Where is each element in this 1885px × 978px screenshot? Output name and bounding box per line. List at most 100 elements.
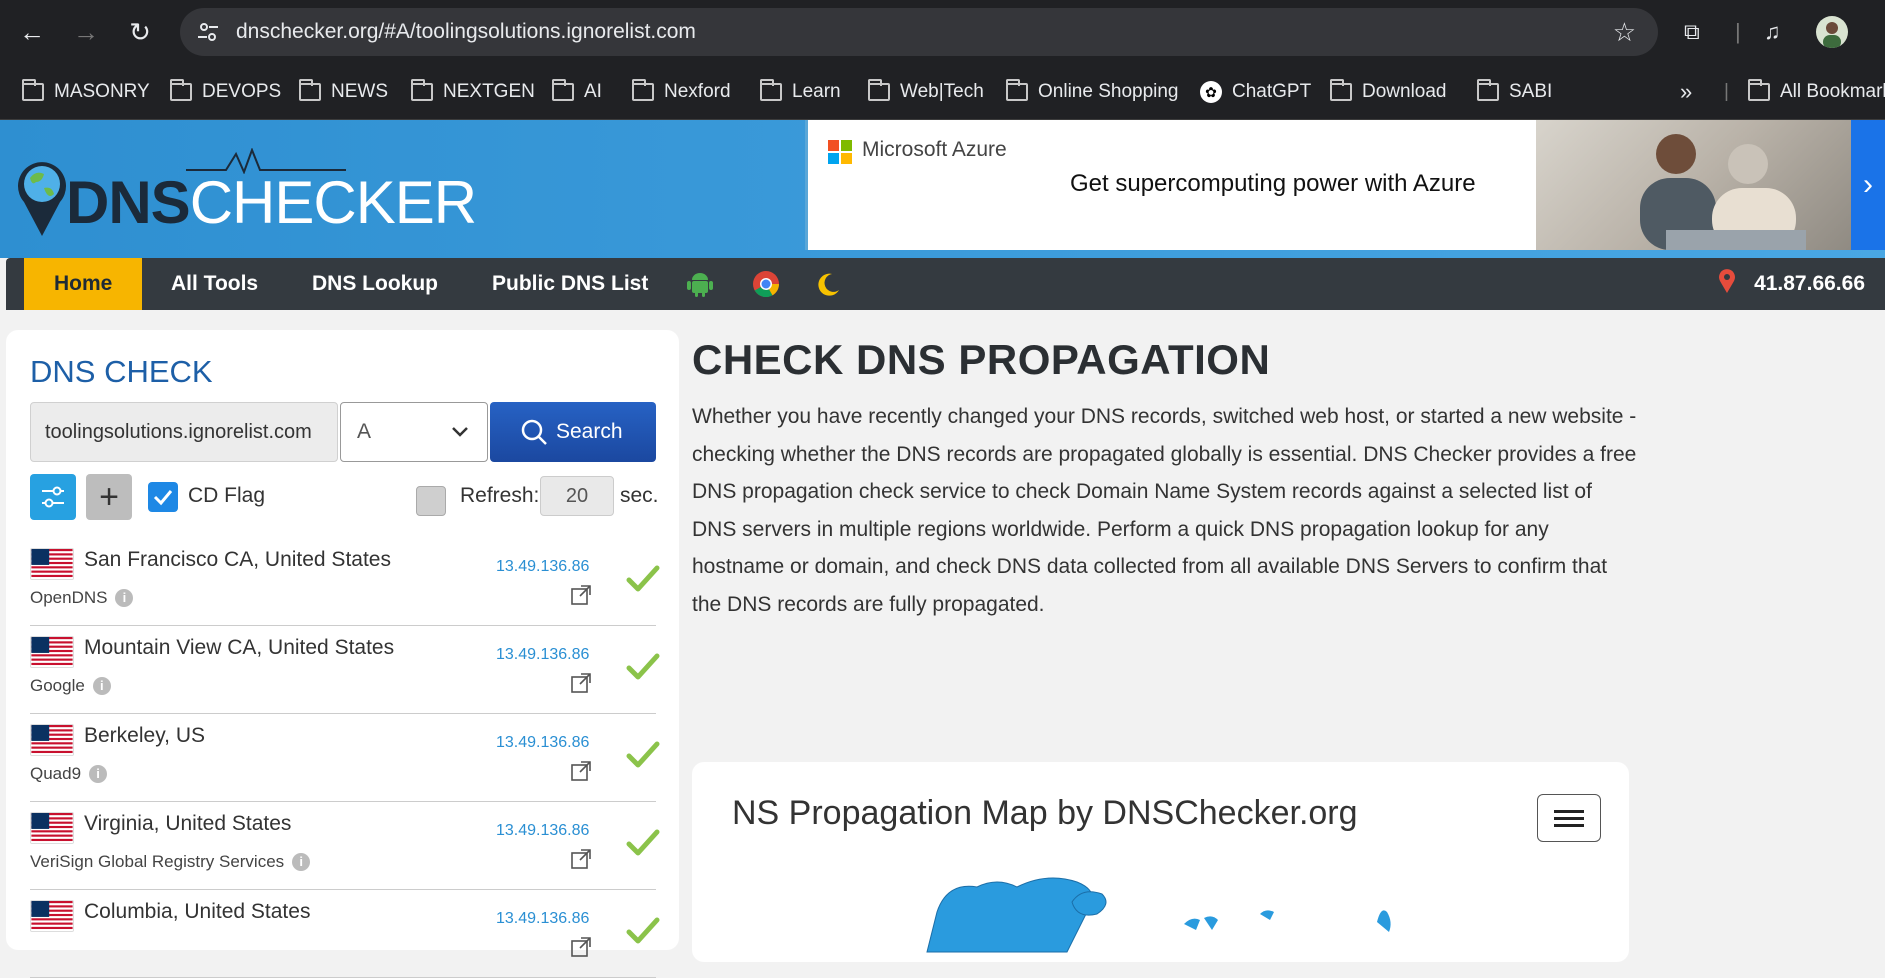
success-check-icon [626, 917, 660, 944]
refresh-checkbox[interactable] [416, 486, 446, 516]
domain-input[interactable]: toolingsolutions.ignorelist.com [30, 402, 338, 462]
android-icon[interactable] [686, 270, 714, 298]
result-row: Columbia, United States 13.49.136.86 [30, 890, 660, 978]
ad-next-icon[interactable]: › [1851, 120, 1885, 250]
dark-mode-moon-icon[interactable] [814, 270, 842, 298]
ad-banner[interactable]: Microsoft Azure Get supercomputing power… [805, 120, 1885, 250]
resolved-ip[interactable]: 13.49.136.86 [496, 822, 589, 840]
us-flag-icon [30, 812, 74, 844]
folder-icon [868, 79, 890, 101]
bookmark-folder-nextgen[interactable]: NEXTGEN [411, 64, 535, 120]
folder-icon [1330, 79, 1352, 101]
resolved-ip[interactable]: 13.49.136.86 [496, 734, 589, 752]
media-icon[interactable]: ♫ [1764, 14, 1781, 50]
success-check-icon [626, 741, 660, 768]
resolved-ip[interactable]: 13.49.136.86 [496, 558, 589, 576]
bookmark-star-icon[interactable]: ☆ [1613, 16, 1636, 48]
back-icon[interactable]: ← [16, 16, 48, 48]
info-icon[interactable]: i [115, 589, 134, 607]
info-icon[interactable]: i [292, 853, 311, 871]
world-map [926, 877, 1391, 953]
nav-home[interactable]: Home [24, 258, 143, 310]
nav-public-dns-list[interactable]: Public DNS List [462, 258, 678, 310]
folder-icon [1748, 79, 1770, 101]
site-info-icon[interactable] [196, 20, 220, 44]
bookmark-label: ChatGPT [1232, 81, 1312, 102]
result-row: Mountain View CA, United States Google i … [30, 626, 660, 714]
external-link-icon[interactable] [570, 584, 592, 606]
bookmark-folder-devops[interactable]: DEVOPS [170, 64, 281, 120]
map-menu-button[interactable] [1537, 794, 1601, 842]
cd-flag-label: CD Flag [188, 484, 266, 507]
search-icon [521, 419, 547, 445]
all-bookmarks[interactable]: All Bookmarks [1748, 64, 1885, 120]
avatar[interactable] [1816, 16, 1848, 48]
url-text[interactable]: dnschecker.org/#A/toolingsolutions.ignor… [236, 8, 696, 56]
bookmark-label: NEWS [331, 81, 388, 102]
bookmark-folder-news[interactable]: NEWS [299, 64, 388, 120]
bookmark-folder-sabi[interactable]: SABI [1477, 64, 1552, 120]
folder-icon [170, 79, 192, 101]
forward-icon[interactable]: → [70, 16, 102, 48]
divider: | [1724, 81, 1729, 102]
nav-dns-lookup[interactable]: DNS Lookup [282, 258, 468, 310]
panel-title: DNS CHECK [30, 354, 213, 389]
chrome-icon[interactable] [752, 270, 780, 298]
external-link-icon[interactable] [570, 760, 592, 782]
dns-provider: VeriSign Global Registry Services i [30, 852, 311, 872]
filter-settings-button[interactable] [30, 474, 76, 520]
nav-all-tools[interactable]: All Tools [141, 258, 288, 310]
folder-icon [1477, 79, 1499, 101]
ip-address: 41.87.66.66 [1754, 272, 1865, 295]
record-type-select[interactable]: A [340, 402, 488, 462]
external-link-icon[interactable] [570, 936, 592, 958]
bookmark-folder-download[interactable]: Download [1330, 64, 1447, 120]
site-header: DNSCHECKER Microsoft Azure Get supercomp… [0, 120, 1885, 258]
bookmark-folder-webtech[interactable]: Web|Tech [868, 64, 984, 120]
bookmark-label: Web|Tech [900, 81, 984, 102]
bookmark-folder-learn[interactable]: Learn [760, 64, 841, 120]
folder-icon [411, 79, 433, 101]
bookmark-label: AI [584, 81, 602, 102]
cd-flag-checkbox[interactable] [148, 482, 178, 512]
reload-icon[interactable]: ↻ [124, 16, 156, 48]
add-server-button[interactable]: + [86, 474, 132, 520]
info-icon[interactable]: i [89, 765, 108, 783]
folder-icon [760, 79, 782, 101]
bookmark-folder-nexford[interactable]: Nexford [632, 64, 731, 120]
external-link-icon[interactable] [570, 672, 592, 694]
folder-icon [552, 79, 574, 101]
bookmark-chatgpt[interactable]: ✿ ChatGPT [1200, 64, 1311, 120]
bookmarks-overflow-icon[interactable]: » [1680, 64, 1692, 120]
extensions-icon[interactable]: ⧉ [1684, 14, 1700, 50]
bookmark-label: Online Shopping [1038, 81, 1179, 102]
bookmark-folder-online-shopping[interactable]: Online Shopping [1006, 64, 1179, 120]
bookmark-folder-ai[interactable]: AI [552, 64, 602, 120]
bookmark-label: Nexford [664, 81, 731, 102]
resolved-ip[interactable]: 13.49.136.86 [496, 646, 589, 664]
bookmark-label: All Bookmarks [1780, 81, 1885, 102]
sliders-icon [42, 486, 64, 508]
external-link-icon[interactable] [570, 848, 592, 870]
bookmark-folder-masonry[interactable]: MASONRY [22, 64, 150, 120]
map-title: NS Propagation Map by DNSChecker.org [732, 794, 1358, 832]
us-flag-icon [30, 724, 74, 756]
address-bar[interactable]: dnschecker.org/#A/toolingsolutions.ignor… [180, 8, 1658, 56]
location-pin-icon [1719, 269, 1736, 293]
folder-icon [299, 79, 321, 101]
dns-provider: Quad9 i [30, 764, 108, 784]
info-icon[interactable]: i [92, 677, 111, 695]
server-location: Berkeley, US [84, 724, 205, 747]
microsoft-logo-icon [828, 140, 852, 164]
server-location: San Francisco CA, United States [84, 548, 391, 571]
us-flag-icon [30, 548, 74, 580]
server-location: Virginia, United States [84, 812, 292, 835]
ad-photo [1536, 120, 1854, 250]
search-button[interactable]: Search [490, 402, 656, 462]
ad-headline[interactable]: Get supercomputing power with Azure [1070, 170, 1476, 198]
bookmark-label: MASONRY [54, 81, 150, 102]
main-navigation: Home All Tools DNS Lookup Public DNS Lis… [6, 258, 1885, 310]
refresh-interval-input[interactable]: 20 [540, 476, 614, 516]
resolved-ip[interactable]: 13.49.136.86 [496, 910, 589, 928]
dnschecker-logo[interactable]: DNSCHECKER [16, 148, 477, 258]
